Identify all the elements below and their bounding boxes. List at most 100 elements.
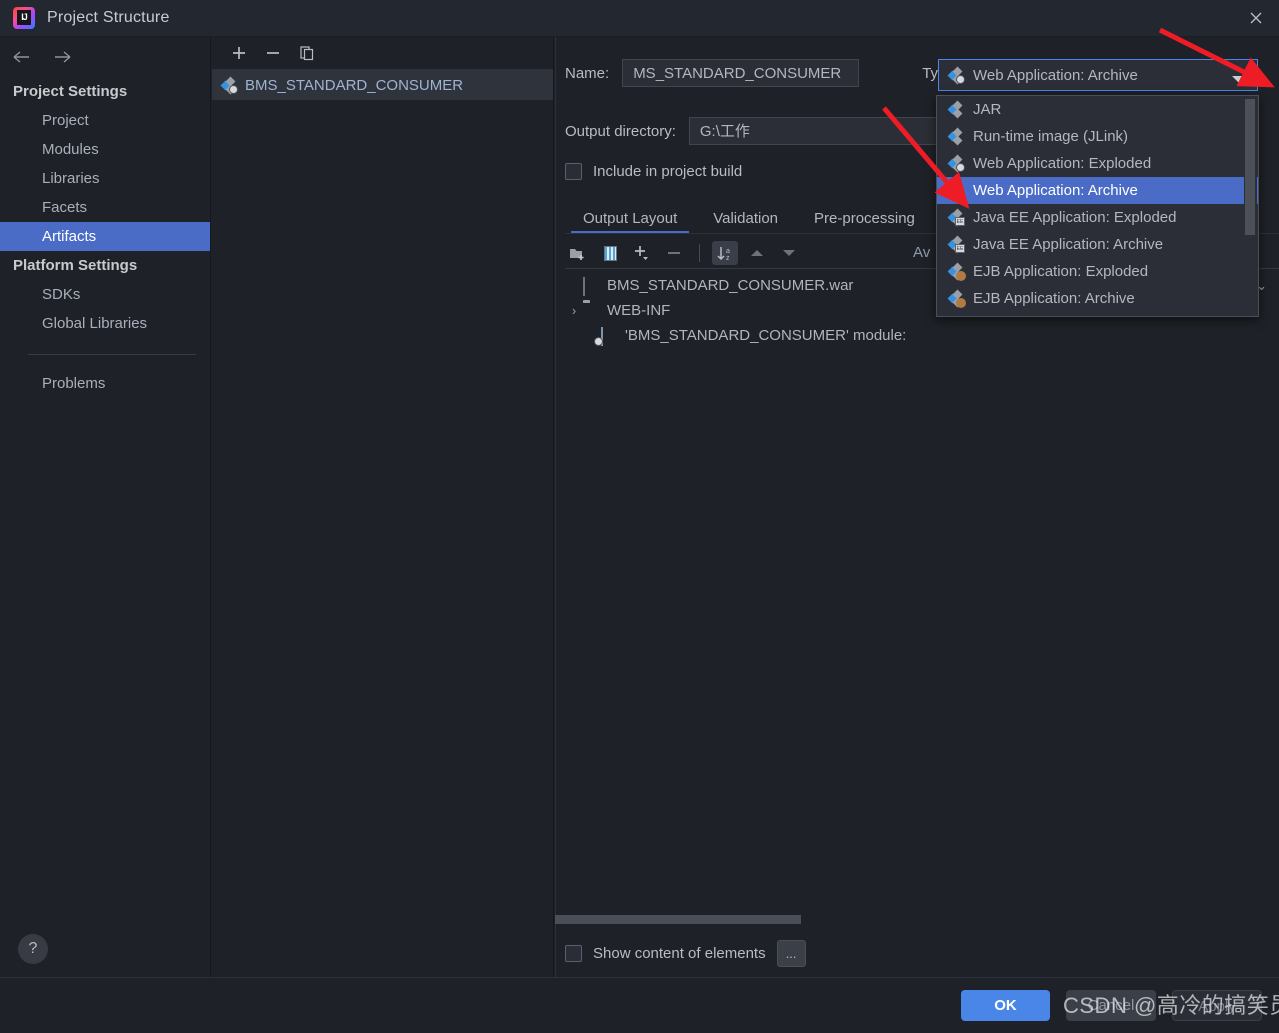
sidebar-item-modules[interactable]: Modules [0,135,210,164]
tab-output-layout[interactable]: Output Layout [565,210,695,234]
javaee-exploded-icon: EE [947,208,965,227]
tree-row-label: 'BMS_STANDARD_CONSUMER' module: [625,327,907,344]
chevron-up-icon[interactable] [744,241,770,265]
output-directory-input[interactable]: G:\工作 [688,117,949,145]
copy-artifact-button[interactable] [297,43,317,63]
toolbar-separator [699,244,700,262]
name-label: Name: [565,64,610,82]
include-in-project-build-checkbox[interactable] [565,163,582,180]
ejb-exploded-icon [947,262,966,281]
dropdown-scrollbar-thumb[interactable] [1245,99,1255,235]
settings-sidebar: Project Settings Project Modules Librari… [0,37,211,977]
plus-dropdown-icon[interactable] [629,241,655,265]
horizontal-scrollbar-track[interactable] [555,911,1279,925]
minus-icon[interactable] [661,241,687,265]
artifact-type-value: Web Application: Archive [973,66,1138,84]
ok-button[interactable]: OK [961,990,1050,1021]
close-icon[interactable] [1233,0,1279,36]
more-options-button[interactable]: ... [776,940,806,967]
sidebar-group-project-settings: Project Settings [13,83,128,100]
web-application-archive-icon [220,76,238,94]
dropdown-option-label: Run-time image (JLink) [973,128,1129,145]
dropdown-option-ejb-exploded[interactable]: EJB Application: Exploded [937,258,1258,285]
artifact-list-item[interactable]: BMS_STANDARD_CONSUMER [212,70,553,100]
jlink-icon [947,127,964,146]
module-output-icon [594,326,619,346]
include-in-project-build-label: Include in project build [593,163,743,180]
archive-icon[interactable] [597,241,623,265]
artifact-list-item-label: BMS_STANDARD_CONSUMER [245,76,464,94]
remove-artifact-button[interactable] [263,43,283,63]
dropdown-option-javaee-archive[interactable]: EE Java EE Application: Archive [937,231,1258,258]
expand-chevron-icon[interactable]: › [565,303,583,318]
cancel-button[interactable]: Cancel [1066,990,1156,1021]
help-button[interactable]: ? [18,934,48,964]
ejb-archive-icon [947,289,966,308]
artifact-list-toolbar [212,37,553,70]
dropdown-option-label: Web Application: Exploded [973,155,1152,172]
tree-row[interactable]: 'BMS_STANDARD_CONSUMER' module: [565,323,1279,348]
intellij-idea-logo-icon [13,7,35,29]
tab-validation[interactable]: Validation [695,210,796,234]
dialog-footer: OK Cancel Apply [0,977,1279,1033]
dropdown-option-label: Web Application: Archive [973,182,1138,199]
title-bar: Project Structure [0,0,1279,37]
sidebar-item-libraries[interactable]: Libraries [0,164,210,193]
dropdown-option-ejb-archive[interactable]: EJB Application: Archive [937,285,1258,312]
arrow-right-icon[interactable] [50,45,74,69]
sort-az-icon[interactable]: a z [712,241,738,265]
show-content-row: Show content of elements ... [565,940,806,967]
tab-pre-processing[interactable]: Pre-processing [796,210,933,234]
tree-row-label: WEB-INF [607,302,671,319]
sidebar-group-platform-settings: Platform Settings [13,257,138,274]
dropdown-option-javaee-exploded[interactable]: EE Java EE Application: Exploded [937,204,1258,231]
chevron-down-icon[interactable] [776,241,802,265]
web-archive-icon [947,181,965,200]
artifact-type-dropdown[interactable]: JAR Run-time image (JLink) Web Applicati… [936,95,1259,317]
javaee-archive-icon: EE [947,235,965,254]
sidebar-item-artifacts[interactable]: Artifacts [0,222,210,251]
horizontal-scrollbar-thumb[interactable] [555,915,801,924]
dropdown-option-label: EJB Application: Exploded [973,263,1149,280]
dropdown-option-jlink[interactable]: Run-time image (JLink) [937,123,1258,150]
dropdown-option-label: Java EE Application: Exploded [973,209,1177,226]
dropdown-option-jar[interactable]: JAR [937,96,1258,123]
artifact-list-panel: BMS_STANDARD_CONSUMER [212,37,554,977]
show-content-label: Show content of elements [593,945,766,962]
sidebar-item-problems[interactable]: Problems [0,369,210,398]
chevron-down-icon[interactable] [1231,71,1247,89]
name-row: Name: MS_STANDARD_CONSUMER Type: [565,59,959,87]
jar-icon [947,100,964,119]
war-archive-icon [583,276,601,296]
svg-text:z: z [726,255,730,262]
folder-add-icon[interactable] [565,241,591,265]
project-structure-dialog: Project Structure Project Settings Proje… [0,0,1279,1033]
sidebar-item-facets[interactable]: Facets [0,193,210,222]
dropdown-scrollbar-track[interactable] [1244,97,1257,316]
dropdown-option-label: Java EE Application: Archive [973,236,1164,253]
sidebar-item-sdks[interactable]: SDKs [0,280,210,309]
name-input[interactable]: MS_STANDARD_CONSUMER [622,59,860,87]
dropdown-option-web-archive[interactable]: Web Application: Archive [937,177,1258,204]
show-content-checkbox[interactable] [565,945,582,962]
sidebar-item-global-libraries[interactable]: Global Libraries [0,309,210,338]
web-archive-icon [947,66,965,84]
available-elements-label: Av [913,244,931,261]
output-directory-row: Output directory: G:\工作 [565,117,949,145]
web-exploded-icon [947,154,965,173]
include-in-project-build-row[interactable]: Include in project build [565,163,742,180]
artifact-type-combobox[interactable]: Web Application: Archive [938,59,1258,91]
add-artifact-button[interactable] [229,43,249,63]
svg-text:a: a [726,248,730,255]
output-directory-label: Output directory: [565,122,676,140]
dropdown-option-label: JAR [973,101,1002,118]
dropdown-option-web-exploded[interactable]: Web Application: Exploded [937,150,1258,177]
arrow-left-icon[interactable] [10,45,34,69]
window-title: Project Structure [47,9,170,26]
apply-button[interactable]: Apply [1172,990,1262,1021]
panel-divider [555,37,556,977]
dropdown-option-label: EJB Application: Archive [973,290,1135,307]
sidebar-item-project[interactable]: Project [0,106,210,135]
tree-row-label: BMS_STANDARD_CONSUMER.war [607,277,854,294]
sidebar-nav-arrows [0,37,210,77]
